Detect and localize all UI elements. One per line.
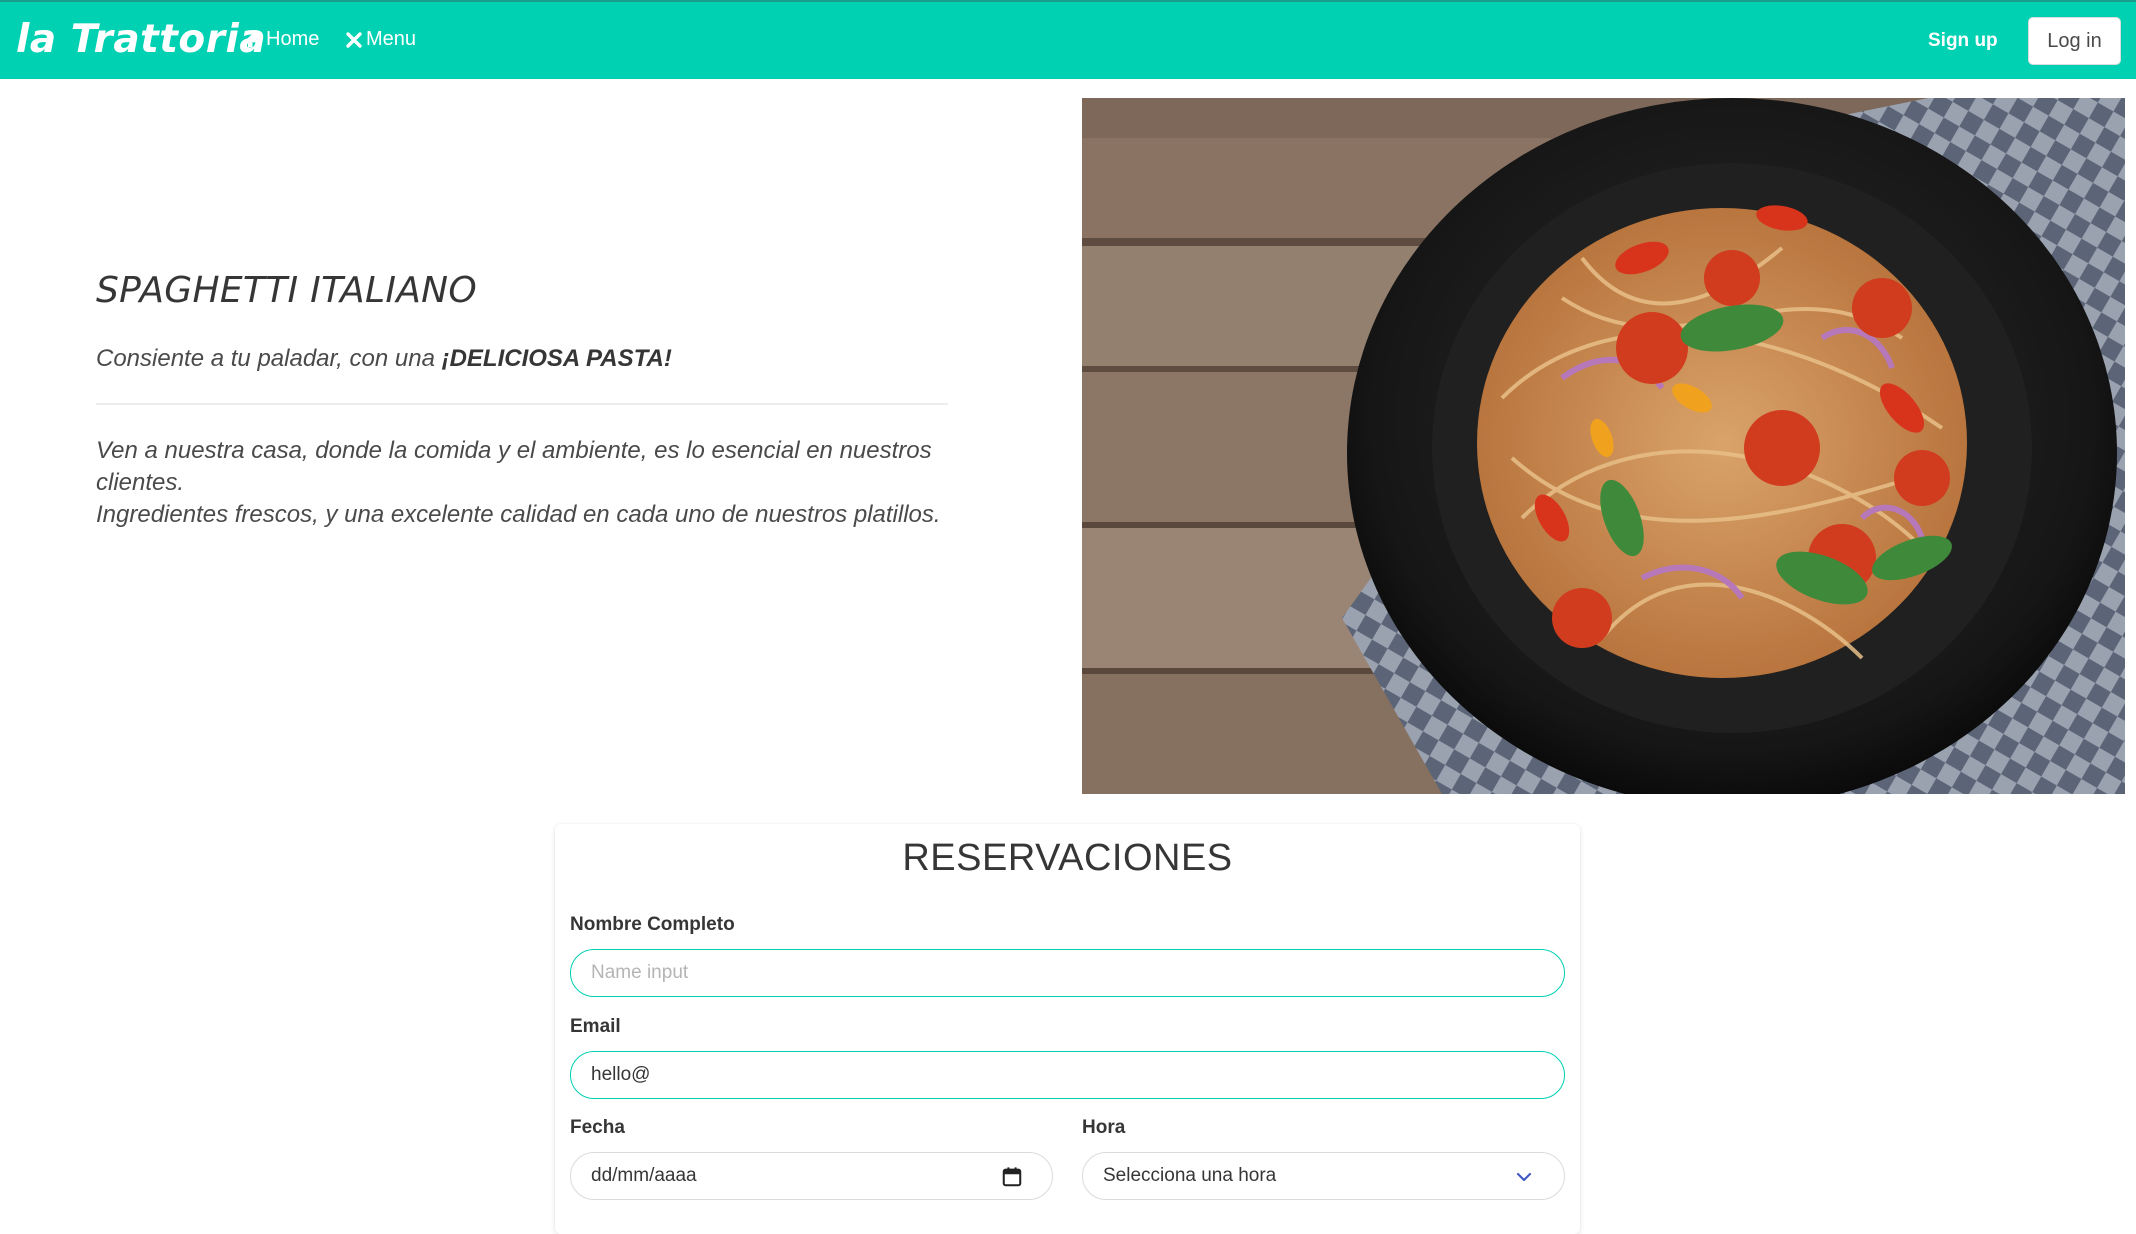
spaghetti-image	[1082, 98, 2125, 794]
date-placeholder: dd/mm/aaaa	[591, 1165, 697, 1186]
hero-divider	[96, 403, 948, 405]
brand-logo[interactable]: la Trattoria	[16, 17, 266, 62]
hero-description-line: Ingredientes frescos, y una excelente ca…	[96, 501, 941, 528]
hero-subtitle: Consiente a tu paladar, con una ¡DELICIO…	[96, 345, 672, 373]
reservation-title: RESERVACIONES	[902, 837, 1233, 879]
nav-menu-link[interactable]: Menu	[345, 28, 416, 51]
nav-home-link[interactable]: Home	[245, 28, 319, 51]
name-label: Nombre Completo	[570, 914, 735, 935]
date-input[interactable]: dd/mm/aaaa	[570, 1152, 1053, 1200]
nav-menu-label: Menu	[366, 28, 417, 50]
time-label: Hora	[1082, 1117, 1126, 1138]
calendar-icon[interactable]	[1001, 1166, 1023, 1188]
email-label: Email	[570, 1016, 621, 1037]
reservation-card: RESERVACIONES Nombre Completo Email Fech…	[555, 824, 1580, 1234]
hero-subtitle-emphasis: ¡DELICIOSA PASTA!	[441, 345, 672, 372]
hero-description-line: Ven a nuestra casa, donde la comida y el…	[96, 437, 932, 496]
email-input[interactable]	[570, 1051, 1565, 1099]
time-select[interactable]: Selecciona una hora	[1082, 1152, 1565, 1200]
time-selected-value: Selecciona una hora	[1103, 1165, 1277, 1186]
hero-description: Ven a nuestra casa, donde la comida y el…	[96, 435, 976, 531]
login-button[interactable]: Log in	[2028, 17, 2121, 65]
close-icon	[346, 31, 362, 48]
nav-home-label: Home	[266, 28, 320, 50]
home-icon	[245, 32, 263, 47]
chevron-down-icon	[1516, 1172, 1532, 1182]
hero-title: SPAGHETTI ITALIANO	[96, 270, 478, 311]
hero-subtitle-text: Consiente a tu paladar, con una	[96, 345, 442, 372]
date-label: Fecha	[570, 1117, 625, 1138]
name-input[interactable]	[570, 949, 1565, 997]
signup-link[interactable]: Sign up	[1928, 30, 1998, 52]
navbar: la Trattoria Home Menu Sign up Log in	[0, 0, 2136, 79]
